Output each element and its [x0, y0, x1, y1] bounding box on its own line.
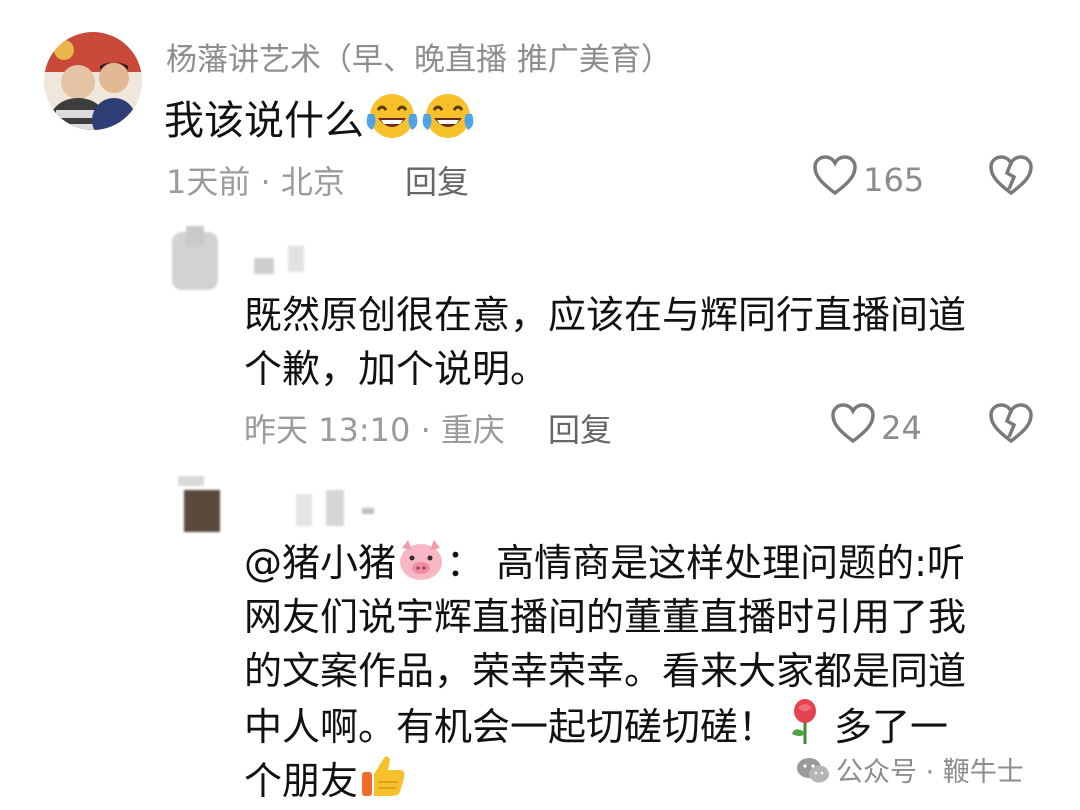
watermark: 公众号 · 鞭牛士 [790, 748, 1030, 794]
comment-meta: 1天前 · 北京 [166, 157, 345, 203]
reply-text: 多了一 [834, 705, 949, 749]
like-button[interactable]: 165 [812, 155, 924, 201]
reply-text-line-2: 个歉，加个说明。 [244, 347, 549, 391]
comment-text-row: 我该说什么 [164, 92, 476, 151]
broken-heart-icon [988, 403, 1034, 449]
reply-button[interactable]: 回复 [405, 157, 469, 203]
reply-text-line-1: 既然原创很在意，应该在与辉同行直播间道 [244, 293, 967, 337]
reply-time: 昨天 13:10 [244, 411, 411, 449]
reply-button[interactable]: 回复 [548, 405, 612, 451]
comment-location: · 北京 [260, 163, 345, 201]
laughing-tears-icon [364, 92, 420, 151]
like-count: 24 [881, 409, 922, 447]
reply-username-blurred[interactable] [254, 246, 314, 274]
reply-meta: 昨天 13:10 · 重庆 [244, 405, 505, 451]
comment-thread: 杨藩讲艺术（早、晚直播 推广美育） 我该说什么 1天前 · 北京 回复 165 … [0, 0, 1080, 810]
reply-location: · 重庆 [420, 411, 505, 449]
reply-text: ： 高情商是这样处理问题的:听 [446, 541, 965, 585]
dislike-button[interactable] [988, 403, 1034, 449]
like-button[interactable]: 24 [830, 403, 922, 449]
like-count: 165 [863, 161, 925, 199]
reply-text-line-1: @猪小猪 ： 高情商是这样处理问题的:听 [244, 536, 965, 596]
comment-username[interactable]: 杨藩讲艺术（早、晚直播 推广美育） [166, 34, 672, 79]
pig-face-icon [396, 538, 446, 596]
comment-time: 1天前 [166, 163, 251, 201]
watermark-text: 公众号 · 鞭牛士 [836, 757, 1024, 788]
thumbs-up-icon [358, 752, 408, 810]
dislike-button[interactable] [988, 155, 1034, 201]
reply-text: 个朋友 [244, 759, 359, 803]
reply-text-line-5: 个朋友 [244, 752, 408, 810]
reply-username-blurred[interactable] [296, 490, 376, 530]
avatar-photo-icon [44, 32, 142, 130]
reply-avatar-blurred[interactable] [164, 226, 224, 292]
broken-heart-icon [988, 155, 1034, 201]
reply-avatar-blurred[interactable] [170, 474, 230, 534]
user-avatar[interactable] [44, 32, 142, 130]
laughing-tears-icon [420, 92, 476, 151]
heart-outline-icon [812, 155, 858, 201]
mention-link[interactable]: @猪小猪 [244, 541, 396, 585]
heart-outline-icon [830, 403, 876, 449]
reply-text-line-3: 的文案作品，荣幸荣幸。看来大家都是同道 [244, 649, 967, 693]
reply-text-line-2: 网友们说宇辉直播间的董董直播时引用了我 [244, 595, 967, 639]
wechat-icon [796, 757, 830, 792]
comment-text: 我该说什么 [164, 98, 364, 144]
reply-text: 中人啊。有机会一起切磋切磋！ [244, 705, 777, 749]
